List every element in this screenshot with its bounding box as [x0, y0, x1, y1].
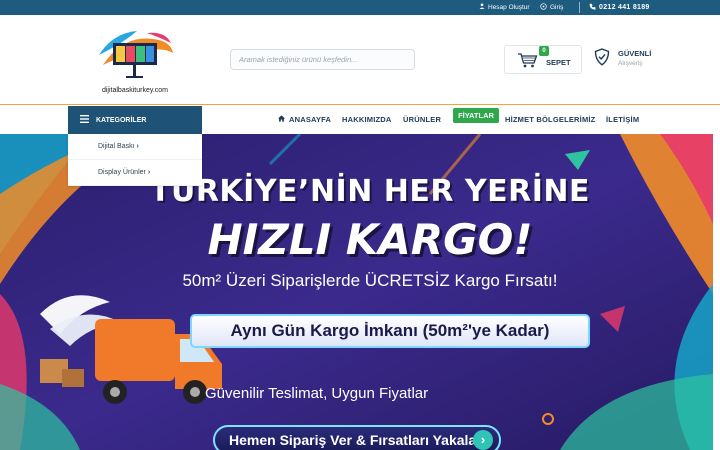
category-label: Display Ürünler: [98, 169, 146, 176]
register-label: Hesap Oluştur: [488, 3, 530, 11]
login-link[interactable]: Giriş: [540, 3, 563, 12]
shield-check-icon: [594, 48, 610, 70]
chevron-right-icon: ›: [147, 169, 151, 176]
hero-subheading: 50m² Üzeri Siparişlerde ÜCRETSİZ Kargo F…: [182, 271, 558, 290]
chevron-right-icon: ›: [136, 143, 139, 150]
hero-tagline: Güvenilir Teslimat, Uygun Fiyatlar: [205, 385, 429, 402]
phone-number: 0212 441 8189: [599, 4, 650, 11]
nav-home-label: ANASAYFA: [289, 115, 332, 124]
phone-icon: [589, 3, 596, 12]
topbar-divider: [579, 2, 580, 13]
cart-count-badge: 0: [539, 46, 549, 56]
hero-cta-label: Hemen Sipariş Ver & Fırsatları Yakala!: [229, 432, 481, 448]
hero-heading-1: TÜRKİYE’NİN HER YERİNE: [150, 174, 590, 209]
logo-text: dijitalbaskiturkey.com: [101, 87, 168, 94]
secure-title: GÜVENLİ: [618, 49, 652, 58]
user-icon: [479, 3, 485, 11]
categories-dropdown: Dijital Baskı › Display Ürünler ›: [68, 134, 202, 186]
nav-about[interactable]: HAKKIMIZDA: [342, 115, 392, 124]
hamburger-icon: [80, 115, 89, 125]
register-link[interactable]: Hesap Oluştur: [479, 3, 530, 11]
billboard-logo-icon: [99, 31, 173, 78]
category-display-products[interactable]: Display Ürünler ›: [68, 160, 202, 186]
categories-button[interactable]: KATEGORİLER: [68, 106, 202, 134]
nav-contact[interactable]: İLETİŞİM: [606, 115, 639, 124]
login-icon: [540, 3, 547, 12]
login-label: Giriş: [550, 4, 564, 11]
nav-home[interactable]: ANASAYFA: [278, 115, 331, 124]
secure-subtitle: Alışveriş: [618, 60, 643, 67]
shopping-cart-icon: [517, 52, 539, 73]
category-digital-print[interactable]: Dijital Baskı ›: [68, 134, 202, 160]
cart-label: SEPET: [546, 58, 571, 67]
hero-heading-2: HIZLI KARGO!: [207, 215, 533, 264]
search-input[interactable]: [230, 49, 415, 70]
site-logo[interactable]: dijitalbaskiturkey.com: [93, 25, 177, 99]
categories-label: KATEGORİLER: [96, 116, 147, 124]
hero-cta-button[interactable]: Hemen Sipariş Ver & Fırsatları Yakala! ›: [213, 425, 501, 450]
nav-products[interactable]: ÜRÜNLER: [403, 115, 441, 124]
chevron-right-icon: ›: [473, 430, 493, 450]
category-label: Dijital Baskı: [98, 143, 135, 150]
home-icon: [278, 115, 285, 124]
page-right-edge: [713, 134, 720, 450]
nav-service-areas[interactable]: HİZMET BÖLGELERİMİZ: [505, 115, 595, 124]
hero-same-day-pill: Aynı Gün Kargo İmkanı (50m²'ye Kadar): [190, 314, 590, 348]
secure-shopping-badge: GÜVENLİ Alışveriş: [594, 48, 651, 71]
cart-button[interactable]: 0 SEPET: [504, 45, 582, 74]
top-bar: Hesap Oluştur Giriş 0212 441 8189: [0, 0, 720, 15]
nav-prices[interactable]: FİYATLAR: [453, 108, 499, 123]
site-header: dijitalbaskiturkey.com 0 SEPET GÜVENLİ A…: [0, 15, 720, 105]
phone-link[interactable]: 0212 441 8189: [589, 3, 650, 12]
